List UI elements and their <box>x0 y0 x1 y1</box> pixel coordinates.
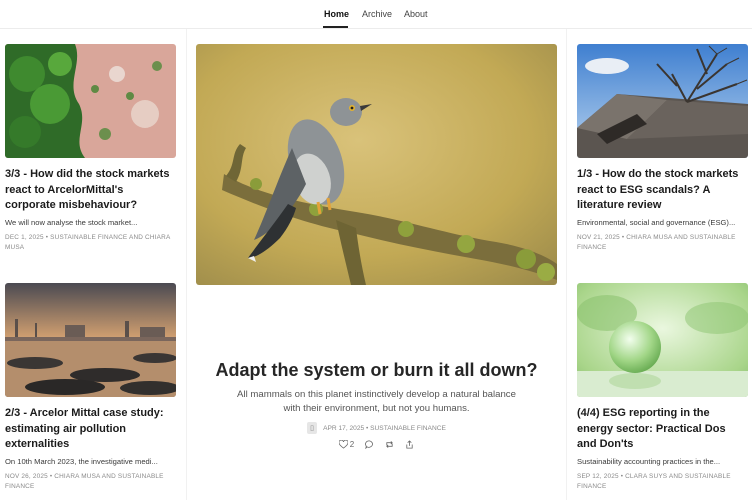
post-card[interactable]: (4/4) ESG reporting in the energy sector… <box>577 283 748 492</box>
post-actions: 2 <box>196 440 557 449</box>
post-title[interactable]: (4/4) ESG reporting in the energy sector… <box>577 406 748 453</box>
like-count: 2 <box>349 440 355 449</box>
heart-icon <box>338 440 348 449</box>
column-divider <box>566 29 567 500</box>
post-title[interactable]: 3/3 - How did the stock markets react to… <box>5 167 176 214</box>
post-subtitle: On 10th March 2023, the investigative me… <box>5 456 158 466</box>
restack-button[interactable] <box>385 440 394 449</box>
post-card[interactable]: 3/3 - How did the stock markets react to… <box>5 44 176 253</box>
post-thumbnail[interactable] <box>577 283 748 397</box>
comment-button[interactable] <box>365 440 374 449</box>
featured-meta-row: ▯ APR 17, 2025 • SUSTAINABLE FINANCE <box>196 421 557 435</box>
nav-archive[interactable]: Archive <box>362 9 392 19</box>
post-card[interactable]: 2/3 - Arcelor Mittal case study: estimat… <box>5 283 176 492</box>
post-thumbnail[interactable] <box>5 283 176 397</box>
top-nav: Home Archive About <box>0 0 752 29</box>
industrial-coast-image <box>5 283 176 397</box>
share-icon <box>406 440 413 449</box>
column-divider <box>186 29 187 500</box>
post-meta: DEC 1, 2025 • SUSTAINABLE FINANCE AND CH… <box>5 233 171 251</box>
glass-sphere-image <box>577 283 748 397</box>
post-thumbnail[interactable] <box>577 44 748 158</box>
post-meta: NOV 26, 2025 • CHIARA MUSA AND SUSTAINAB… <box>5 472 164 490</box>
featured-title[interactable]: Adapt the system or burn it all down? <box>196 360 557 381</box>
post-meta: SEP 12, 2025 • CLARA SUYS AND SUSTAINABL… <box>577 472 731 490</box>
aerial-forest-image <box>5 44 176 158</box>
author-avatar[interactable]: ▯ <box>307 422 318 434</box>
featured-meta: APR 17, 2025 • SUSTAINABLE FINANCE <box>323 424 446 432</box>
comment-icon <box>365 440 374 449</box>
restack-icon <box>386 441 393 448</box>
post-card[interactable]: 1/3 - How do the stock markets react to … <box>577 44 748 253</box>
post-subtitle: We will now analyse the stock market... <box>5 217 138 227</box>
post-thumbnail[interactable] <box>5 44 176 158</box>
featured-image[interactable] <box>196 44 557 285</box>
share-button[interactable] <box>405 440 414 449</box>
nav-active-underline <box>323 26 348 28</box>
broken-roof-image <box>577 44 748 158</box>
like-button[interactable]: 2 <box>338 440 355 449</box>
nav-home[interactable]: Home <box>324 9 349 19</box>
post-subtitle: Environmental, social and governance (ES… <box>577 217 736 227</box>
post-title[interactable]: 1/3 - How do the stock markets react to … <box>577 167 748 214</box>
post-subtitle: Sustainability accounting practices in t… <box>577 456 721 466</box>
cuckoo-bird-image <box>196 44 557 285</box>
post-meta: NOV 21, 2025 • CHIARA MUSA AND SUSTAINAB… <box>577 233 736 251</box>
post-title[interactable]: 2/3 - Arcelor Mittal case study: estimat… <box>5 406 176 453</box>
nav-about[interactable]: About <box>404 9 428 19</box>
featured-subtitle: All mammals on this planet instinctively… <box>237 389 516 414</box>
